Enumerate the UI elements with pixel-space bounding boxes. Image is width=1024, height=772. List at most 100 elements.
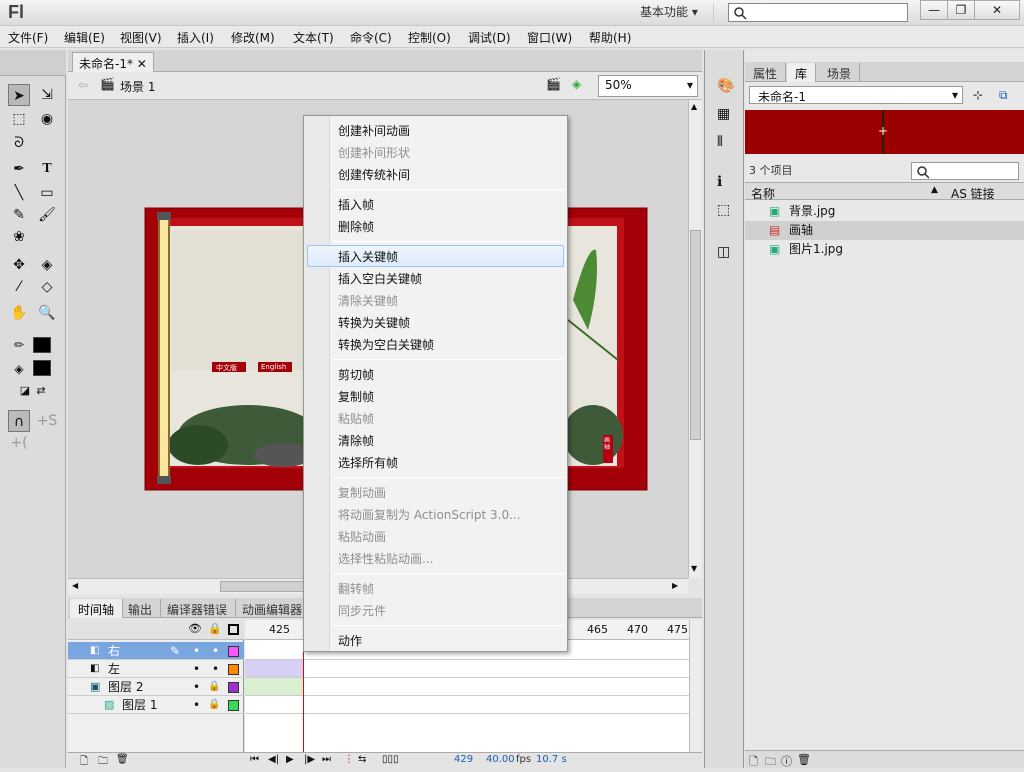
align-panel-icon[interactable]: ⫴ — [717, 134, 723, 150]
outline-icon[interactable] — [228, 624, 239, 635]
lock-icon[interactable]: 🔒 — [208, 622, 222, 635]
info-panel-icon[interactable]: ℹ — [717, 174, 722, 190]
lock-dot[interactable]: • — [212, 642, 219, 660]
menu-item-select-all-frames[interactable]: 选择所有帧 — [338, 454, 398, 471]
close-tab-icon[interactable]: ✕ — [137, 57, 147, 71]
menu-item-copy-frames[interactable]: 复制帧 — [338, 388, 374, 405]
pen-tool-icon[interactable]: ✒ — [8, 158, 30, 180]
swap-colors-icon[interactable]: ⇄ — [30, 380, 52, 402]
menu-item-insert-blank-keyframe[interactable]: 插入空白关键帧 — [338, 270, 422, 287]
scene-breadcrumb[interactable]: 场景 1 — [120, 78, 155, 95]
scroll-thumb[interactable] — [220, 581, 310, 592]
frame-rate[interactable]: 40.00 — [486, 754, 515, 765]
lock-icon[interactable]: 🔒 — [208, 696, 220, 714]
menu-item-convert-to-keyframes[interactable]: 转换为关键帧 — [338, 314, 410, 331]
zoom-tool-icon[interactable]: 🔍 — [36, 302, 58, 324]
menu-modify[interactable]: 修改(M) — [231, 29, 275, 46]
bone-tool-icon[interactable]: ✥ — [8, 254, 30, 276]
step-back-icon[interactable]: ◀| — [268, 754, 279, 765]
delete-layer-icon[interactable]: 🗑 — [116, 754, 129, 765]
stroke-color-swatch[interactable] — [33, 337, 51, 353]
menu-item-synchronize-symbols[interactable]: 同步元件 — [338, 602, 386, 619]
stage-vertical-scrollbar[interactable]: ▲ ▼ — [688, 100, 702, 578]
layer-row[interactable]: ◧ 右 ✎ • • — [68, 642, 244, 660]
menu-item-paste-motion[interactable]: 粘贴动画 — [338, 528, 386, 545]
center-frame-icon[interactable]: ⋮ — [344, 754, 354, 765]
tab-compiler-errors[interactable]: 编译器错误 — [159, 599, 237, 618]
menu-item-insert-keyframe[interactable]: 插入关键帧 — [338, 248, 398, 265]
back-arrow-icon[interactable]: ⇦ — [78, 78, 88, 92]
play-icon[interactable]: ▶ — [286, 754, 294, 765]
deco-tool-icon[interactable]: ❀ — [8, 226, 30, 248]
menu-help[interactable]: 帮助(H) — [589, 29, 631, 46]
current-frame[interactable]: 429 — [454, 754, 473, 765]
visible-dot[interactable]: • — [193, 696, 200, 714]
layer-color[interactable] — [228, 646, 239, 657]
workspace-switcher[interactable]: 基本功能 ▾ — [634, 3, 714, 23]
color-panel-icon[interactable]: 🎨 — [717, 78, 734, 94]
properties-icon[interactable]: ⓘ — [781, 753, 792, 769]
menu-text[interactable]: 文本(T) — [293, 29, 334, 46]
edit-symbols-icon[interactable]: ◈ — [572, 77, 581, 91]
pencil-tool-icon[interactable]: ✎ — [8, 204, 30, 226]
list-item[interactable]: ▤ 画轴 — [745, 221, 1024, 240]
pin-library-icon[interactable]: ⊹ — [973, 88, 983, 102]
new-folder-icon[interactable]: 🗀 — [98, 754, 108, 771]
menu-item-copy-motion-as-as3[interactable]: 将动画复制为 ActionScript 3.0... — [338, 506, 521, 523]
new-library-panel-icon[interactable]: ⧉ — [999, 88, 1008, 103]
menu-item-actions[interactable]: 动作 — [338, 632, 362, 649]
fill-color-swatch[interactable] — [33, 360, 51, 376]
selection-tool-icon[interactable]: ➤ — [8, 84, 30, 106]
scroll-right-icon[interactable]: ▶ — [672, 581, 678, 590]
edit-scene-icon[interactable]: 🎬 — [546, 77, 561, 91]
layer-color[interactable] — [228, 664, 239, 675]
tab-scene[interactable]: 场景 — [819, 63, 861, 82]
layer-color[interactable] — [228, 700, 239, 711]
3d-rotation-tool-icon[interactable]: ◉ — [36, 108, 58, 130]
menu-item-copy-motion[interactable]: 复制动画 — [338, 484, 386, 501]
scroll-left-icon[interactable]: ◀ — [72, 581, 78, 590]
menu-item-clear-keyframe[interactable]: 清除关键帧 — [338, 292, 398, 309]
menu-edit[interactable]: 编辑(E) — [64, 29, 105, 46]
smooth-icon[interactable]: +S — [36, 410, 58, 432]
column-name[interactable]: 名称 — [751, 185, 775, 202]
last-frame-icon[interactable]: ⏭ — [322, 754, 331, 765]
free-transform-tool-icon[interactable]: ⬚ — [8, 108, 30, 130]
layer-row[interactable]: ◧ 左 • • — [68, 660, 244, 678]
menu-window[interactable]: 窗口(W) — [527, 29, 572, 46]
library-document-select[interactable]: 未命名-1 ▾ — [749, 86, 963, 104]
line-tool-icon[interactable]: ╲ — [8, 182, 30, 204]
snap-to-objects-icon[interactable]: ∩ — [8, 410, 30, 432]
eraser-tool-icon[interactable]: ◇ — [36, 276, 58, 298]
list-item[interactable]: ▣ 背景.jpg — [745, 202, 1024, 221]
brush-tool-icon[interactable]: 🖌 — [36, 204, 58, 226]
menu-file[interactable]: 文件(F) — [8, 29, 48, 46]
menu-item-create-motion-tween[interactable]: 创建补间动画 — [338, 122, 410, 139]
menu-debug[interactable]: 调试(D) — [468, 29, 511, 46]
tab-output[interactable]: 输出 — [120, 599, 162, 618]
menu-view[interactable]: 视图(V) — [120, 29, 162, 46]
visible-dot[interactable]: • — [193, 642, 200, 660]
menu-item-convert-to-blank-keyframes[interactable]: 转换为空白关键帧 — [338, 336, 434, 353]
menu-item-create-classic-tween[interactable]: 创建传统补间 — [338, 166, 410, 183]
paint-bucket-tool-icon[interactable]: ◈ — [36, 254, 58, 276]
components-panel-icon[interactable]: ◫ — [717, 244, 730, 260]
scroll-down-icon[interactable]: ▼ — [691, 564, 697, 573]
new-symbol-icon[interactable]: 🗋 — [749, 753, 758, 772]
menu-item-reverse-frames[interactable]: 翻转帧 — [338, 580, 374, 597]
menu-commands[interactable]: 命令(C) — [350, 29, 392, 46]
help-search-input[interactable] — [728, 3, 908, 22]
layer-row[interactable]: ▨ 图层 1 • 🔒 — [68, 696, 244, 714]
menu-item-remove-frames[interactable]: 删除帧 — [338, 218, 374, 235]
first-frame-icon[interactable]: ⏮ — [250, 754, 259, 765]
text-tool-icon[interactable]: T — [36, 158, 58, 180]
straighten-icon[interactable]: +( — [8, 432, 30, 454]
menu-item-paste-motion-special[interactable]: 选择性粘贴动画... — [338, 550, 433, 567]
timeline-vertical-scrollbar[interactable] — [689, 620, 702, 752]
menu-item-create-shape-tween[interactable]: 创建补间形状 — [338, 144, 410, 161]
menu-item-insert-frame[interactable]: 插入帧 — [338, 196, 374, 213]
onion-skin-icon[interactable]: ▯▯▯ — [382, 754, 399, 765]
list-item[interactable]: ▣ 图片1.jpg — [745, 240, 1024, 259]
eye-icon[interactable]: 👁 — [188, 622, 202, 635]
hand-tool-icon[interactable]: ✋ — [8, 302, 30, 324]
